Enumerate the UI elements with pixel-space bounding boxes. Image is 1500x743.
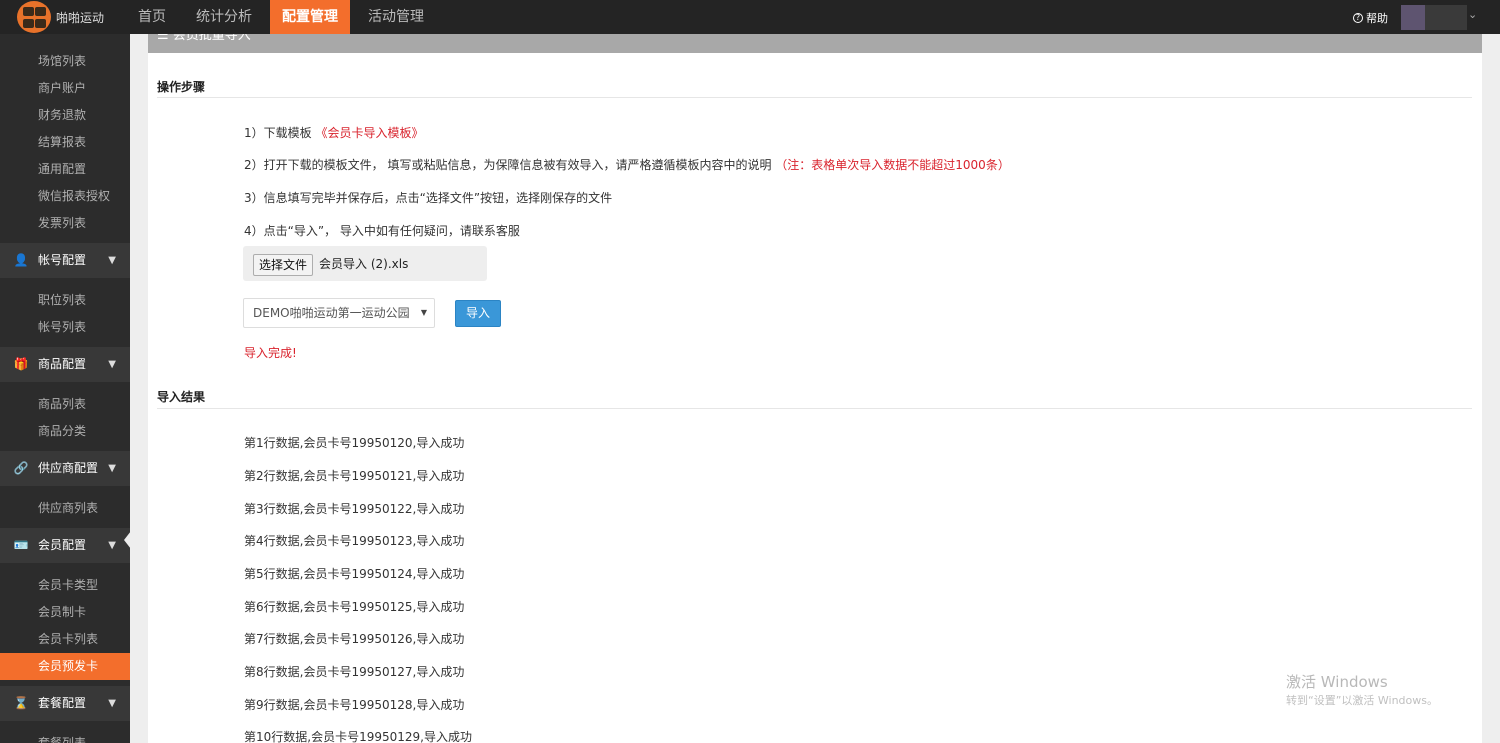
chevron-down-icon: ▼ — [108, 540, 116, 551]
sidebar-item-supplier-list[interactable]: 供应商列表 — [0, 495, 130, 522]
result-row: 第4行数据,会员卡号19950123,导入成功 — [244, 534, 465, 548]
sidebar-item-invoice-list[interactable]: 发票列表 — [0, 210, 130, 237]
sidebar-group-goods[interactable]: 🎁 商品配置 ▼ — [0, 347, 130, 382]
sidebar-item-merchant-account[interactable]: 商户账户 — [0, 75, 130, 102]
chevron-down-icon: ▼ — [108, 359, 116, 370]
windows-watermark-title: 激活 Windows — [1286, 673, 1388, 691]
sidebar-item-card-make[interactable]: 会员制卡 — [0, 599, 130, 626]
sidebar-item-venue-list[interactable]: 场馆列表 — [0, 48, 130, 75]
step-2: 2）打开下载的模板文件， 填写或粘贴信息，为保障信息被有效导入，请严格遵循模板内… — [244, 158, 1010, 172]
brand-logo-icon[interactable] — [17, 1, 51, 33]
result-row: 第9行数据,会员卡号19950128,导入成功 — [244, 698, 465, 712]
nav-tab-statistics[interactable]: 统计分析 — [184, 0, 264, 34]
link-icon: 🔗 — [13, 461, 29, 475]
gift-icon: 🎁 — [13, 357, 29, 371]
section-divider — [157, 97, 1472, 98]
result-row: 第2行数据,会员卡号19950121,导入成功 — [244, 469, 465, 483]
sidebar-item-position-list[interactable]: 职位列表 — [0, 287, 130, 314]
sidebar-item-finance-refund[interactable]: 财务退款 — [0, 102, 130, 129]
step-3: 3）信息填写完毕并保存后，点击“选择文件”按钮，选择刚保存的文件 — [244, 191, 613, 205]
step-4: 4）点击“导入”， 导入中如有任何疑问，请联系客服 — [244, 224, 520, 238]
brand-name: 啪啪运动 — [56, 11, 105, 25]
step-1: 1）下载模板 《会员卡导入模板》 — [244, 126, 424, 140]
user-menu-chevron-down-icon[interactable]: ⌄ — [1468, 8, 1477, 21]
section-divider — [157, 408, 1472, 409]
sidebar: 场馆列表 商户账户 财务退款 结算报表 通用配置 微信报表授权 发票列表 👤 帐… — [0, 34, 130, 743]
windows-watermark-subtitle: 转到“设置”以激活 Windows。 — [1286, 694, 1438, 707]
choose-file-button[interactable]: 选择文件 — [253, 254, 314, 276]
result-row: 第5行数据,会员卡号19950124,导入成功 — [244, 567, 465, 581]
sidebar-item-general-config[interactable]: 通用配置 — [0, 156, 130, 183]
help-label: 帮助 — [1366, 12, 1388, 25]
result-row: 第7行数据,会员卡号19950126,导入成功 — [244, 632, 465, 646]
sidebar-item-account-list[interactable]: 帐号列表 — [0, 314, 130, 341]
template-download-link[interactable]: 《会员卡导入模板》 — [315, 126, 423, 140]
nav-tab-home[interactable]: 首页 — [126, 0, 178, 34]
sidebar-group-member[interactable]: 🪪 会员配置 ▼ — [0, 528, 130, 563]
nav-tab-activity[interactable]: 活动管理 — [356, 0, 436, 34]
chevron-down-icon: ▼ — [108, 698, 116, 709]
hourglass-icon: ⌛ — [13, 696, 29, 710]
results-section-title: 导入结果 — [157, 390, 206, 404]
sidebar-group-supplier[interactable]: 🔗 供应商配置 ▼ — [0, 451, 130, 486]
user-icon: 👤 — [13, 253, 29, 267]
chevron-down-icon: ▼ — [108, 255, 116, 266]
venue-select[interactable]: DEMO啪啪运动第一运动公园 ▼ — [243, 298, 435, 328]
step-2-note: （注：表格单次导入数据不能超过1000条） — [775, 158, 1010, 172]
chevron-down-icon: ▼ — [108, 463, 116, 474]
file-input[interactable]: 选择文件 会员导入 (2).xls — [243, 246, 487, 281]
user-avatar[interactable] — [1401, 5, 1425, 30]
dropdown-arrow-icon: ▼ — [420, 308, 427, 317]
result-row: 第10行数据,会员卡号19950129,导入成功 — [244, 730, 472, 743]
sidebar-item-card-type[interactable]: 会员卡类型 — [0, 572, 130, 599]
result-row: 第6行数据,会员卡号19950125,导入成功 — [244, 600, 465, 614]
sidebar-item-package-list[interactable]: 套餐列表 — [0, 730, 130, 743]
result-row: 第8行数据,会员卡号19950127,导入成功 — [244, 665, 465, 679]
import-button[interactable]: 导入 — [455, 300, 501, 327]
panel-header: ☰ 会员批量导入 — [148, 34, 1482, 53]
sidebar-item-wechat-report-auth[interactable]: 微信报表授权 — [0, 183, 130, 210]
main-nav-tabs: 首页 统计分析 配置管理 活动管理 — [126, 0, 442, 34]
result-row: 第1行数据,会员卡号19950120,导入成功 — [244, 436, 465, 450]
import-status-message: 导入完成! — [244, 346, 297, 360]
question-circle-icon: ? — [1353, 13, 1363, 23]
top-navbar: 啪啪运动 首页 统计分析 配置管理 活动管理 ? 帮助 ⌄ — [0, 0, 1500, 34]
sidebar-item-goods-list[interactable]: 商品列表 — [0, 391, 130, 418]
steps-section-title: 操作步骤 — [157, 80, 206, 94]
sidebar-item-goods-category[interactable]: 商品分类 — [0, 418, 130, 445]
result-row: 第3行数据,会员卡号19950122,导入成功 — [244, 502, 465, 516]
help-link[interactable]: ? 帮助 — [1353, 10, 1388, 26]
selected-file-name: 会员导入 (2).xls — [319, 257, 409, 271]
main-panel: ☰ 会员批量导入 操作步骤 1）下载模板 《会员卡导入模板》 2）打开下载的模板… — [148, 34, 1482, 743]
sidebar-item-settlement-report[interactable]: 结算报表 — [0, 129, 130, 156]
id-card-icon: 🪪 — [13, 538, 29, 552]
active-group-pointer — [124, 531, 131, 549]
sidebar-group-package[interactable]: ⌛ 套餐配置 ▼ — [0, 686, 130, 721]
sidebar-item-card-prerelease[interactable]: 会员预发卡 — [0, 653, 130, 680]
sidebar-group-account[interactable]: 👤 帐号配置 ▼ — [0, 243, 130, 278]
sidebar-item-card-list[interactable]: 会员卡列表 — [0, 626, 130, 653]
user-name-blurred[interactable] — [1425, 5, 1467, 30]
nav-tab-config[interactable]: 配置管理 — [270, 0, 350, 34]
